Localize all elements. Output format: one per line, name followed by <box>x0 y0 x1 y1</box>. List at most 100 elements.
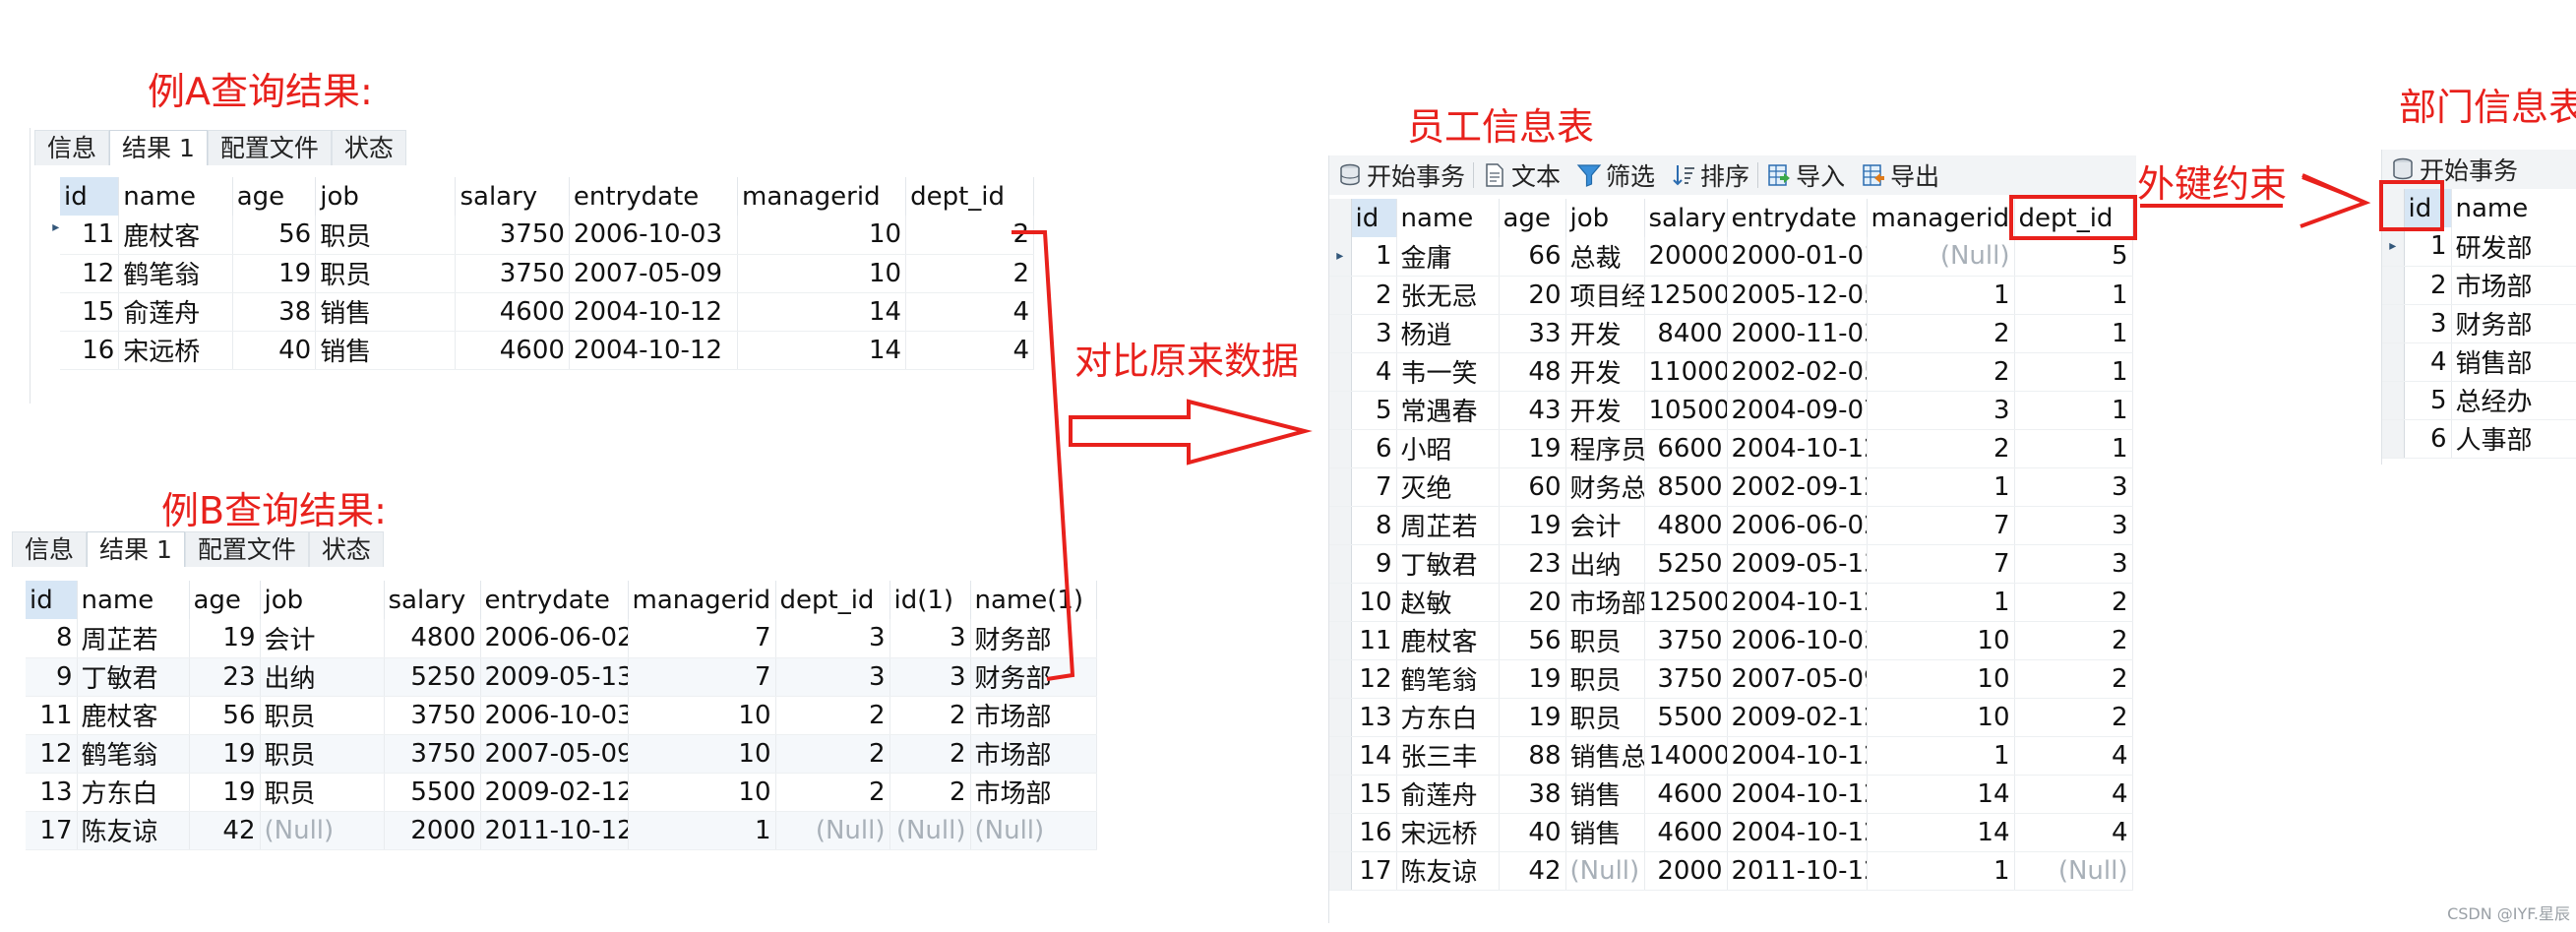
table-cell[interactable]: 总裁 <box>1565 237 1645 277</box>
table-cell[interactable]: 职员 <box>315 254 457 293</box>
table-cell[interactable]: 市场部 <box>970 734 1097 774</box>
table-cell[interactable]: 1 <box>1867 467 2015 507</box>
table-cell[interactable]: 4 <box>2014 775 2133 814</box>
table-cell[interactable]: (Null) <box>889 811 971 850</box>
table-cell[interactable]: 小昭 <box>1396 429 1500 468</box>
table-cell[interactable]: ▸ 11 <box>52 216 120 255</box>
table-cell[interactable]: 3 <box>1351 314 1397 353</box>
table-cell[interactable]: 3 <box>2014 467 2133 507</box>
table-cell[interactable]: 7 <box>1867 506 2015 545</box>
table-cell[interactable]: 陈友谅 <box>1396 851 1500 891</box>
row-indicator[interactable] <box>1329 698 1352 737</box>
table-cell[interactable]: 项目经 <box>1565 276 1645 315</box>
table-cell[interactable]: 3750 <box>384 696 481 735</box>
table-cell[interactable]: 19 <box>232 254 317 293</box>
row-indicator[interactable] <box>1329 314 1352 353</box>
table-cell[interactable]: 88 <box>1499 736 1566 776</box>
table-cell[interactable]: 16 <box>1351 813 1397 852</box>
table-cell[interactable]: 6 <box>2404 419 2452 459</box>
table-row[interactable]: 10 赵敏 20 市场部 12500 2004-10-12 1 2 <box>1329 583 2133 622</box>
table-cell[interactable]: 14 <box>1867 775 2015 814</box>
table-cell[interactable]: 2004-10-12 <box>1727 583 1868 622</box>
table-cell[interactable]: 宋远桥 <box>118 331 233 370</box>
table-row[interactable]: 15 俞莲舟 38 销售 4600 2004-10-12 14 4 <box>1329 775 2133 814</box>
table-row[interactable]: 2 市场部 <box>2382 266 2576 305</box>
table-cell[interactable]: 4600 <box>455 292 570 332</box>
table-cell[interactable]: 2 <box>905 216 1034 255</box>
table-cell[interactable]: 2004-10-12 <box>1727 813 1868 852</box>
table-cell[interactable]: 40 <box>1499 813 1566 852</box>
table-cell[interactable]: 56 <box>1499 621 1566 660</box>
table-cell[interactable]: 市场部 <box>970 773 1097 812</box>
column-header[interactable]: entrydate <box>480 581 629 619</box>
row-indicator[interactable]: ▸ <box>2382 227 2405 267</box>
table-cell[interactable]: 4 <box>1351 352 1397 392</box>
table-cell[interactable]: 丁敏君 <box>1396 544 1500 584</box>
tab-status[interactable]: 状态 <box>308 531 384 567</box>
table-row[interactable]: 16 宋远桥 40 销售 4600 2004-10-12 14 4 <box>60 331 1034 370</box>
table-cell[interactable]: 2 <box>905 254 1034 293</box>
table-cell[interactable]: 4600 <box>1644 775 1728 814</box>
table-cell[interactable]: 5250 <box>384 657 481 697</box>
table-cell[interactable]: 5500 <box>1644 698 1728 737</box>
table-row[interactable]: 2 张无忌 20 项目经 12500 2005-12-05 1 1 <box>1329 276 2133 315</box>
table-cell[interactable]: 2002-02-05 <box>1727 352 1868 392</box>
sort-button[interactable]: 排序 <box>1663 155 1757 195</box>
table-cell[interactable]: 鹤笔翁 <box>118 254 233 293</box>
table-cell[interactable]: 会计 <box>1565 506 1645 545</box>
export-button[interactable]: 导出 <box>1853 155 1947 195</box>
table-cell[interactable]: 11 <box>1351 621 1397 660</box>
table-cell[interactable]: 19 <box>1499 429 1566 468</box>
table-cell[interactable]: 56 <box>189 696 261 735</box>
table-cell[interactable]: 4 <box>2014 813 2133 852</box>
table-cell[interactable]: 2011-10-12 <box>480 811 629 850</box>
table-cell[interactable]: 市场部 <box>970 696 1097 735</box>
table-cell[interactable]: 2 <box>2404 266 2452 305</box>
table-cell[interactable]: 财务部 <box>970 657 1097 697</box>
table-cell[interactable]: 3750 <box>1644 659 1728 699</box>
table-cell[interactable]: 6600 <box>1644 429 1728 468</box>
row-indicator[interactable] <box>1329 659 1352 699</box>
row-indicator[interactable] <box>1329 391 1352 430</box>
table-cell[interactable]: 总经办 <box>2451 381 2576 420</box>
table-row[interactable]: 3 财务部 <box>2382 304 2576 343</box>
row-indicator[interactable] <box>1329 736 1352 776</box>
row-indicator[interactable] <box>1329 621 1352 660</box>
table-cell[interactable]: 2 <box>1351 276 1397 315</box>
row-indicator[interactable]: ▸ <box>1329 237 1352 277</box>
table-cell[interactable]: 12500 <box>1644 276 1728 315</box>
row-indicator[interactable] <box>1329 506 1352 545</box>
table-row[interactable]: 3 杨逍 33 开发 8400 2000-11-03 2 1 <box>1329 314 2133 353</box>
table-cell[interactable]: 10 <box>1351 583 1397 622</box>
table-cell[interactable]: 3 <box>2014 506 2133 545</box>
table-cell[interactable]: 出纳 <box>260 657 385 697</box>
table-cell[interactable]: 俞莲舟 <box>1396 775 1500 814</box>
table-cell[interactable]: 15 <box>1351 775 1397 814</box>
table-cell[interactable]: 2 <box>775 696 890 735</box>
table-cell[interactable]: 19 <box>1499 698 1566 737</box>
tab-info[interactable]: 信息 <box>12 531 88 567</box>
row-indicator[interactable] <box>1329 276 1352 315</box>
row-indicator[interactable] <box>2382 381 2405 420</box>
table-cell[interactable]: 2004-10-12 <box>1727 429 1868 468</box>
table-row[interactable]: 14 张三丰 88 销售总 14000 2004-10-12 1 4 <box>1329 736 2133 776</box>
table-cell[interactable]: 7 <box>628 657 776 697</box>
table-row[interactable]: 9 丁敏君 23 出纳 5250 2009-05-13 7 3 <box>1329 544 2133 584</box>
table-cell[interactable]: 2007-05-09 <box>1727 659 1868 699</box>
table-cell[interactable]: 7 <box>628 619 776 658</box>
table-cell[interactable]: 38 <box>1499 775 1566 814</box>
table-cell[interactable]: 销售 <box>315 331 457 370</box>
table-cell[interactable]: 鹿杖客 <box>1396 621 1500 660</box>
table-cell[interactable]: 丁敏君 <box>77 657 190 697</box>
table-cell[interactable]: 3 <box>1867 391 2015 430</box>
table-cell[interactable]: 10 <box>628 773 776 812</box>
table-cell[interactable]: 10500 <box>1644 391 1728 430</box>
column-header[interactable]: managerid <box>1867 199 2015 237</box>
table-cell[interactable]: 2 <box>1867 429 2015 468</box>
table-cell[interactable]: 3 <box>2014 544 2133 584</box>
table-cell[interactable]: 4600 <box>1644 813 1728 852</box>
table-cell[interactable]: 56 <box>232 216 317 255</box>
table-cell[interactable]: 7 <box>1351 467 1397 507</box>
table-cell[interactable]: 金庸 <box>1396 237 1500 277</box>
table-cell[interactable]: 6 <box>1351 429 1397 468</box>
